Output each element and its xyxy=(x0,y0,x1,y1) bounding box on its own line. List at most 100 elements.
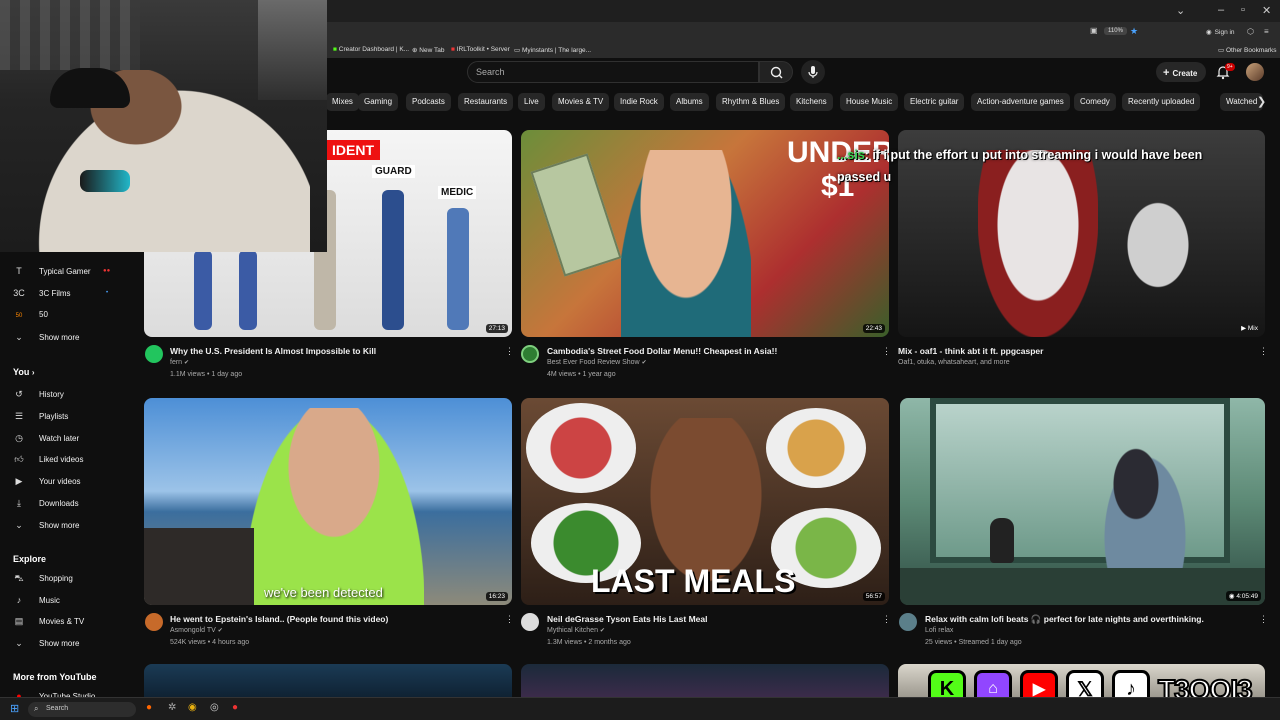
channel-avatar[interactable] xyxy=(521,613,539,631)
video-title[interactable]: Neil deGrasse Tyson Eats His Last Meal xyxy=(547,614,707,624)
sidebar-item-downloads[interactable]: ⤓ Downloads xyxy=(13,498,79,509)
chrome-icon[interactable]: ◉ xyxy=(188,702,197,713)
sidebar-item-playlists[interactable]: ☰ Playlists xyxy=(13,411,68,422)
channel-avatar[interactable] xyxy=(899,613,917,631)
sidebar-item-typical-gamer[interactable]: T Typical Gamer xyxy=(13,266,90,276)
chip-gaming[interactable]: Gaming xyxy=(358,93,399,111)
chip-recently-uploaded[interactable]: Recently uploaded xyxy=(1122,93,1201,111)
chevron-down-icon: ⌄ xyxy=(15,520,23,530)
download-icon: ⤓ xyxy=(17,498,21,508)
sign-in-button[interactable]: ◉ Sign in xyxy=(1206,28,1235,36)
star-icon[interactable]: ★ xyxy=(1130,26,1138,37)
chip-kitchens[interactable]: Kitchens xyxy=(790,93,833,111)
taskbar-search[interactable]: Search xyxy=(28,702,136,717)
cast-icon[interactable]: ▣ xyxy=(1090,26,1098,35)
video-title[interactable]: Cambodia's Street Food Dollar Menu!! Che… xyxy=(547,346,777,356)
chip-movies-tv[interactable]: Movies & TV xyxy=(552,93,610,111)
menu-icon[interactable]: ≡ xyxy=(1264,27,1269,36)
bookmark-new-tab[interactable]: ⊕ New Tab xyxy=(412,46,444,54)
create-button[interactable]: + Create xyxy=(1156,62,1206,82)
sidebar-item-your-videos[interactable]: ▶ Your videos xyxy=(13,476,81,487)
sidebar-show-more-you[interactable]: ⌄ Show more xyxy=(13,520,79,531)
figure-shape xyxy=(239,250,257,330)
voice-search-button[interactable] xyxy=(801,60,825,84)
record-icon[interactable]: ● xyxy=(232,702,238,713)
close-icon[interactable]: ✕ xyxy=(1262,4,1271,17)
sidebar-item-music[interactable]: ♪ Music xyxy=(13,595,60,605)
search-button[interactable] xyxy=(759,61,793,83)
sidebar-item-50[interactable]: 50 50 xyxy=(13,310,48,319)
sidebar-item-history[interactable]: ↺ History xyxy=(13,389,64,400)
channel-avatar[interactable] xyxy=(145,345,163,363)
sidebar-item-liked-videos[interactable]: 👍︎ Liked videos xyxy=(13,454,83,465)
sidebar-item-3c-films[interactable]: 3C 3C Films xyxy=(13,288,70,298)
video-thumbnail-8[interactable] xyxy=(521,664,889,697)
video-title[interactable]: Mix - oaf1 - think abt it ft. ppgcasper xyxy=(898,346,1043,356)
video-thumbnail-6[interactable]: ◉ 4:05:49 xyxy=(900,398,1265,605)
chip-indie-rock[interactable]: Indie Rock xyxy=(614,93,664,111)
chip-mixes[interactable]: Mixes xyxy=(326,93,359,111)
channel-name[interactable]: Oaf1, otuka, whatsaheart, and more xyxy=(898,359,1010,366)
video-thumbnail-4[interactable]: we've been detected 16:23 xyxy=(144,398,512,605)
video-title[interactable]: Relax with calm lofi beats 🎧 perfect for… xyxy=(925,614,1204,625)
sidebar-you-header[interactable]: You › xyxy=(13,367,35,377)
more-options-icon[interactable]: ⋮ xyxy=(505,346,514,357)
anime-figure-shape xyxy=(978,150,1098,337)
chevron-right-icon[interactable]: ❯ xyxy=(1257,95,1266,108)
windows-taskbar: ⊞ Search ⌕ ● ✲ ◉ ◎ ● xyxy=(0,697,1280,720)
video-thumbnail-7[interactable] xyxy=(144,664,512,697)
video-thumbnail-2[interactable]: UNDER $1 22:43 xyxy=(521,130,889,337)
channel-avatar[interactable] xyxy=(145,613,163,631)
chip-albums[interactable]: Albums xyxy=(670,93,709,111)
other-bookmarks[interactable]: ▭ Other Bookmarks xyxy=(1218,46,1277,54)
bookmark-irltoolkit[interactable]: ■ IRLToolkit • Server xyxy=(451,46,510,53)
sidebar-item-shopping[interactable]: ⛍ Shopping xyxy=(13,573,72,585)
sidebar-item-movies-tv[interactable]: ▤ Movies & TV xyxy=(13,616,84,627)
chat-text: : if i put the effort u put into streami… xyxy=(864,148,1203,162)
zoom-indicator[interactable]: 110% xyxy=(1104,27,1127,35)
channel-avatar[interactable] xyxy=(521,345,539,363)
chip-podcasts[interactable]: Podcasts xyxy=(406,93,451,111)
sidebar-show-more-subs[interactable]: ⌄ Show more xyxy=(13,332,79,343)
hand-shape xyxy=(1118,190,1198,300)
channel-name[interactable]: Lofi relax xyxy=(925,627,953,634)
sidebar-item-watch-later[interactable]: ◷ Watch later xyxy=(13,433,79,444)
more-options-icon[interactable]: ⋮ xyxy=(1259,346,1268,357)
verified-icon: ✔ xyxy=(184,360,190,366)
channel-icon: T xyxy=(16,266,22,276)
channel-name[interactable]: Mythical Kitchen ✔ xyxy=(547,627,605,634)
maximize-icon[interactable]: ▫ xyxy=(1241,4,1245,16)
more-options-icon[interactable]: ⋮ xyxy=(1259,614,1268,625)
video-title[interactable]: Why the U.S. President Is Almost Impossi… xyxy=(170,346,376,356)
more-options-icon[interactable]: ⋮ xyxy=(882,614,891,625)
channel-name[interactable]: Asmongold TV ✔ xyxy=(170,627,223,634)
channel-name[interactable]: Best Ever Food Review Show ✔ xyxy=(547,359,647,366)
channel-name[interactable]: fern ✔ xyxy=(170,359,189,366)
chip-comedy[interactable]: Comedy xyxy=(1074,93,1116,111)
avatar[interactable] xyxy=(1246,63,1264,81)
chip-action-adventure[interactable]: Action-adventure games xyxy=(971,93,1070,111)
obs-icon[interactable]: ◎ xyxy=(210,702,219,713)
bookmark-myinstants[interactable]: ▭ Myinstants | The large... xyxy=(514,46,591,54)
sidebar-show-more-explore[interactable]: ⌄ Show more xyxy=(13,638,79,649)
chip-electric-guitar[interactable]: Electric guitar xyxy=(904,93,965,111)
more-options-icon[interactable]: ⋮ xyxy=(505,614,514,625)
more-options-icon[interactable]: ⋮ xyxy=(882,346,891,357)
chevron-down-icon[interactable]: ⌄ xyxy=(1176,4,1185,17)
figure-shape xyxy=(382,190,404,330)
minimize-icon[interactable]: – xyxy=(1218,4,1224,16)
brave-icon[interactable]: ● xyxy=(146,702,152,713)
chip-restaurants[interactable]: Restaurants xyxy=(458,93,514,111)
chat-message-continued: passed u xyxy=(837,170,892,184)
windows-start-icon[interactable]: ⊞ xyxy=(10,702,19,715)
video-thumbnail-5[interactable]: LAST MEALS 56:57 xyxy=(521,398,889,605)
sidebar: T Typical Gamer ●● 3C 3C Films • 50 50 ⌄ Sho… xyxy=(0,255,140,701)
chip-live[interactable]: Live xyxy=(518,93,545,111)
search-input[interactable]: Search xyxy=(467,61,759,83)
app-icon[interactable]: ✲ xyxy=(168,702,176,713)
video-title[interactable]: He went to Epstein's Island.. (People fo… xyxy=(170,614,388,624)
chip-house-music[interactable]: House Music xyxy=(840,93,899,111)
bookmark-creator-dashboard[interactable]: ■ Creator Dashboard | K... xyxy=(333,46,409,53)
chip-rhythm-blues[interactable]: Rhythm & Blues xyxy=(716,93,786,111)
extensions-icon[interactable]: ⬡ xyxy=(1247,27,1254,36)
